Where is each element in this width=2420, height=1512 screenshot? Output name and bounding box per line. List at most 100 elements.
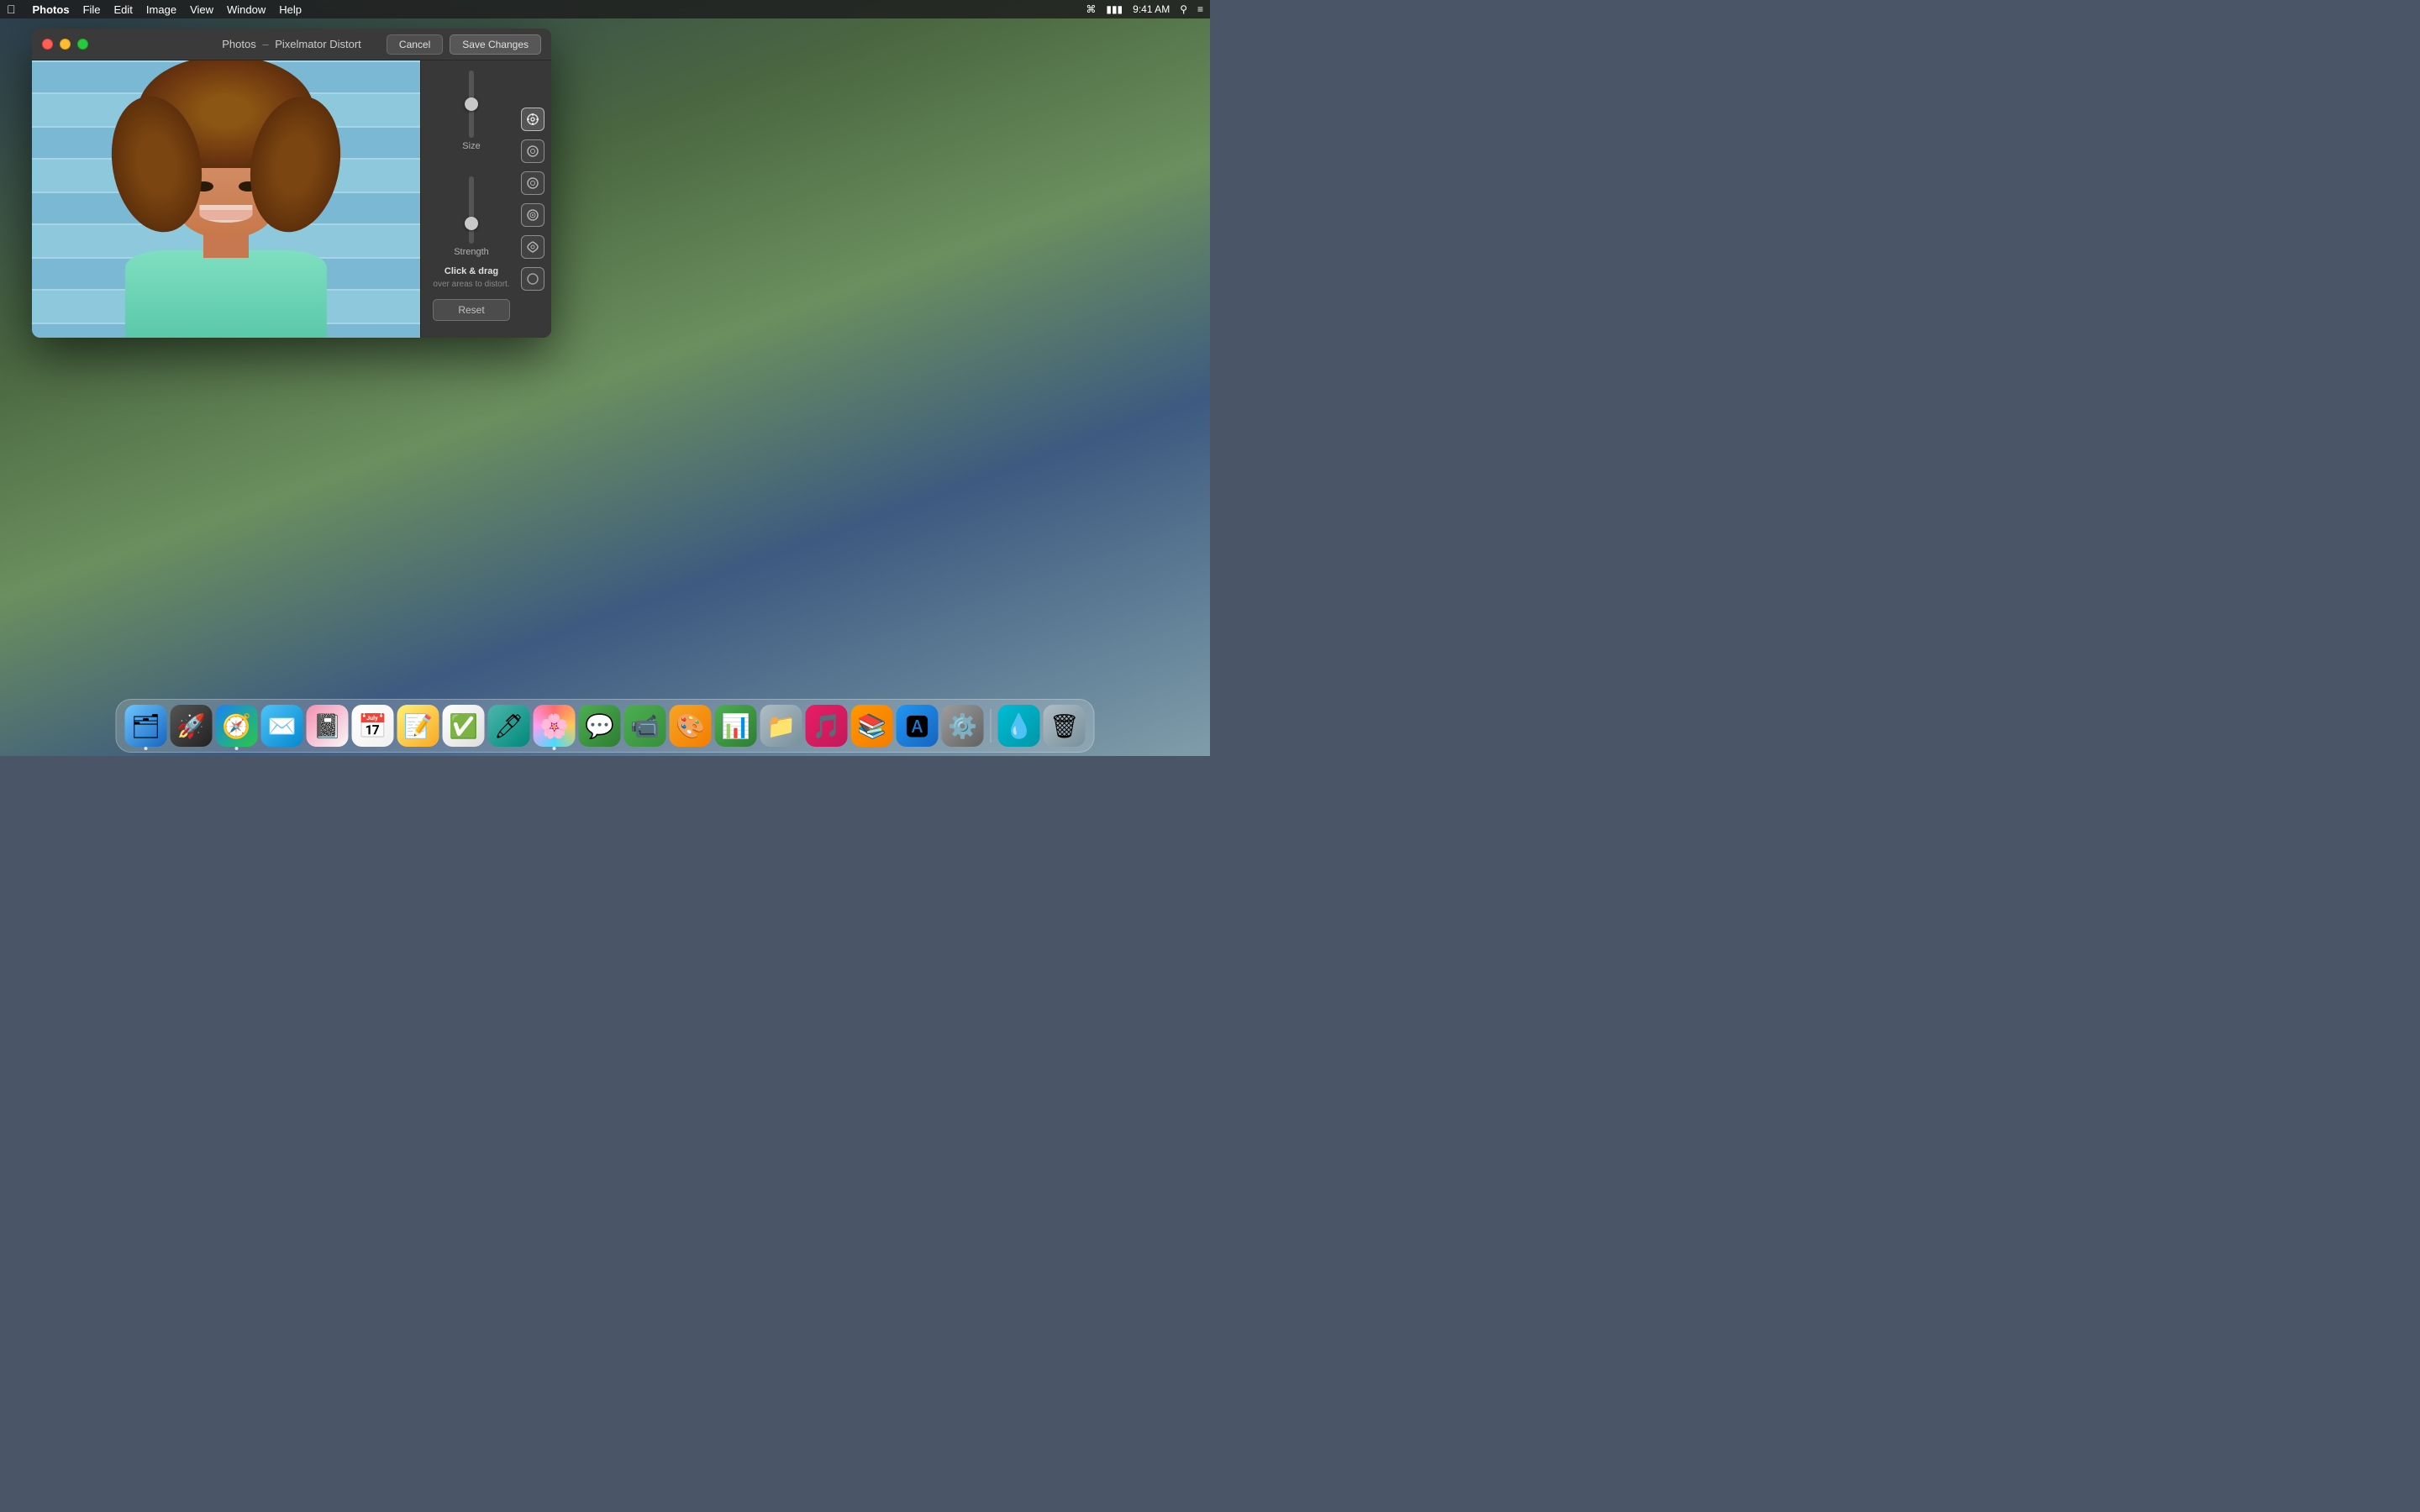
messages-icon: 💬 <box>585 712 614 740</box>
dock-item-finder2[interactable]: 📁 <box>760 705 802 747</box>
tools-column <box>521 108 544 291</box>
teeth <box>199 210 252 220</box>
contacts-icon: 📓 <box>313 712 342 740</box>
finder2-icon: 📁 <box>766 712 796 740</box>
window-title: Photos – Pixelmator Distort <box>222 38 361 50</box>
strength-slider-track[interactable] <box>469 176 474 244</box>
title-plugin: Pixelmator Distort <box>275 38 361 50</box>
dock-item-keynote[interactable]: 🎨 <box>670 705 712 747</box>
save-changes-button[interactable]: Save Changes <box>450 34 541 55</box>
dock: 🗂 🚀 🧭 ✉️ 📓 📅 📝 ✅ 🖊 🌸 <box>116 699 1095 753</box>
trash-icon: 🗑 <box>1050 712 1080 740</box>
photo-area[interactable] <box>32 60 420 338</box>
dock-item-safari[interactable]: 🧭 <box>216 705 258 747</box>
dock-item-appstore[interactable]: 🅰 <box>897 705 939 747</box>
distort-tool-2[interactable] <box>521 139 544 163</box>
dock-item-airdrop[interactable]: 💧 <box>998 705 1040 747</box>
dock-item-contacts[interactable]: 📓 <box>307 705 349 747</box>
dock-item-reminders[interactable]: ✅ <box>443 705 485 747</box>
mail-icon: ✉️ <box>267 712 297 740</box>
menubar-help[interactable]: Help <box>279 3 302 16</box>
appstore-icon: 🅰 <box>905 709 929 743</box>
shirt <box>125 250 327 338</box>
numbers-icon: 📊 <box>721 712 750 740</box>
desktop:  Photos File Edit Image View Window Hel… <box>0 0 1210 756</box>
size-slider-track[interactable] <box>469 71 474 138</box>
size-slider-thumb[interactable] <box>465 97 478 111</box>
portrait-container <box>100 88 352 338</box>
strength-slider-group: Strength <box>429 176 513 257</box>
distort-tool-5[interactable] <box>521 235 544 259</box>
dock-item-messages[interactable]: 💬 <box>579 705 621 747</box>
safari-dot <box>235 747 239 750</box>
dock-item-notes[interactable]: 📝 <box>397 705 439 747</box>
safari-icon: 🧭 <box>222 712 251 740</box>
search-icon[interactable]: ⚲ <box>1180 3 1187 15</box>
titlebar-actions: Cancel Save Changes <box>387 34 541 55</box>
dock-item-facetime[interactable]: 📹 <box>624 705 666 747</box>
distort-tool-1[interactable] <box>521 108 544 131</box>
dock-item-numbers[interactable]: 📊 <box>715 705 757 747</box>
dock-item-finder[interactable]: 🗂 <box>125 705 167 747</box>
control-center-icon[interactable]: ≡ <box>1197 3 1203 15</box>
menubar-file[interactable]: File <box>83 3 101 16</box>
calendar-icon: 📅 <box>358 712 387 740</box>
facetime-icon: 📹 <box>630 712 660 740</box>
window-controls <box>42 39 88 50</box>
dock-item-books[interactable]: 📚 <box>851 705 893 747</box>
dock-item-freeform[interactable]: 🖊 <box>488 705 530 747</box>
keynote-icon: 🎨 <box>676 712 705 740</box>
photo-canvas[interactable] <box>32 60 420 338</box>
menubar-right: ⌘ ▮▮▮ 9:41 AM ⚲ ≡ <box>1086 3 1203 15</box>
dock-item-calendar[interactable]: 📅 <box>352 705 394 747</box>
menubar-time: 9:41 AM <box>1133 3 1170 15</box>
menubar-image[interactable]: Image <box>146 3 176 16</box>
dock-item-syspref[interactable]: ⚙️ <box>942 705 984 747</box>
distort-tool-3[interactable] <box>521 171 544 195</box>
dock-item-launchpad[interactable]: 🚀 <box>171 705 213 747</box>
strength-label: Strength <box>454 247 489 257</box>
syspref-icon: ⚙️ <box>948 712 977 740</box>
reset-button[interactable]: Reset <box>433 299 509 321</box>
photos-dot <box>553 747 556 750</box>
dock-item-photos[interactable]: 🌸 <box>534 705 576 747</box>
dock-item-music[interactable]: 🎵 <box>806 705 848 747</box>
controls-panel: Size Strength Click & drag ov <box>420 60 551 338</box>
distort-tool-6[interactable] <box>521 267 544 291</box>
reminders-icon: ✅ <box>449 712 478 740</box>
battery-icon: ▮▮▮ <box>1106 3 1123 15</box>
menubar-photos[interactable]: Photos <box>33 3 70 16</box>
title-separator: – <box>262 38 268 50</box>
mouth <box>199 205 252 223</box>
menubar-left:  Photos File Edit Image View Window Hel… <box>7 3 302 16</box>
music-icon: 🎵 <box>812 712 841 740</box>
freeform-icon: 🖊 <box>494 712 524 740</box>
instruction-sub: over areas to distort. <box>433 279 509 291</box>
airdrop-icon: 💧 <box>1004 712 1034 740</box>
dock-item-mail[interactable]: ✉️ <box>261 705 303 747</box>
finder-icon: 🗂 <box>131 712 161 740</box>
minimize-button[interactable] <box>60 39 71 50</box>
dock-separator <box>991 709 992 743</box>
menubar-view[interactable]: View <box>190 3 213 16</box>
cancel-button[interactable]: Cancel <box>387 34 443 55</box>
maximize-button[interactable] <box>77 39 88 50</box>
finder-dot <box>145 747 148 750</box>
distort-tool-4[interactable] <box>521 203 544 227</box>
titlebar: Photos – Pixelmator Distort Cancel Save … <box>32 29 551 60</box>
photo-subject <box>32 60 420 338</box>
menubar-edit[interactable]: Edit <box>114 3 133 16</box>
instruction-title: Click & drag <box>433 266 509 276</box>
books-icon: 📚 <box>857 712 886 740</box>
close-button[interactable] <box>42 39 53 50</box>
notes-icon: 📝 <box>403 712 433 740</box>
title-app: Photos <box>222 38 255 50</box>
app-window: Photos – Pixelmator Distort Cancel Save … <box>32 29 551 338</box>
size-slider-group: Size <box>429 71 513 151</box>
apple-menu[interactable]:  <box>7 3 16 16</box>
dock-item-trash[interactable]: 🗑 <box>1044 705 1086 747</box>
menubar-window[interactable]: Window <box>227 3 266 16</box>
photos-icon: 🌸 <box>539 712 569 740</box>
strength-slider-thumb[interactable] <box>465 217 478 230</box>
window-content: Size Strength Click & drag ov <box>32 60 551 338</box>
